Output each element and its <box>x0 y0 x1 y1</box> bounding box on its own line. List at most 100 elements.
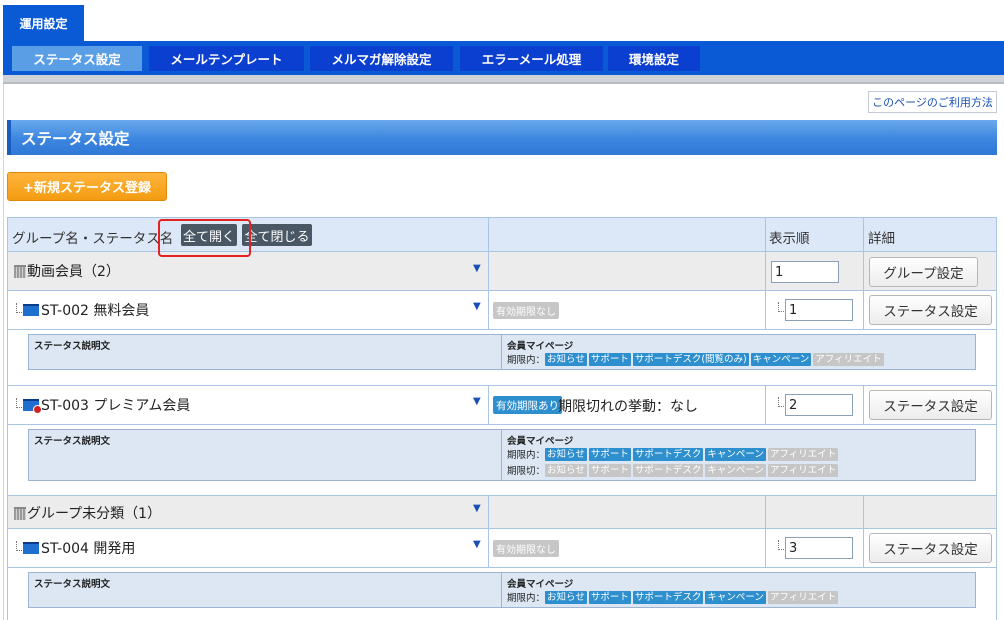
tag-notice: お知らせ <box>545 463 587 477</box>
status-settings-button[interactable]: ステータス設定 <box>869 390 992 420</box>
page-title: ステータス設定 <box>21 129 130 148</box>
expiry-badge: 有効期限あり <box>493 396 562 414</box>
expand-triangle-icon[interactable]: ▼ <box>473 396 481 407</box>
status-settings-button[interactable]: ステータス設定 <box>869 295 992 325</box>
status-detail-box: ステータス説明文 会員マイページ 期限内： お知らせ サポート サポートデスク … <box>28 429 976 481</box>
left-border <box>3 84 4 620</box>
mypage-label: 会員マイページ <box>507 436 574 447</box>
status-order-input[interactable]: 1 <box>785 299 853 321</box>
status-name: ST-002 無料会員 <box>41 303 150 319</box>
mypage-out-period: 期限切： お知らせ サポート サポートデスク キャンペーン アフィリエイト <box>507 463 840 477</box>
expiry-behavior: 期限切れの挙動：なし <box>558 399 698 415</box>
col-divider <box>765 218 766 251</box>
status-row: ST-002 無料会員 ▼ 有効期限なし 1 ステータス設定 <box>8 290 996 329</box>
col-divider <box>488 252 489 290</box>
highlight-annotation <box>158 219 251 257</box>
col-divider <box>488 291 489 329</box>
tag-support: サポート <box>588 463 631 477</box>
status-label[interactable]: ST-002 無料会員 <box>16 300 149 320</box>
col-divider <box>863 218 864 251</box>
group-order-input[interactable]: 1 <box>771 261 839 283</box>
tag-affiliate: アフィリエイト <box>767 463 839 477</box>
tag-support-desk: サポートデスク <box>632 463 704 477</box>
status-detail-box: ステータス説明文 会員マイページ 期限内： お知らせ サポート サポートデスク(… <box>28 334 976 370</box>
group-settings-button[interactable]: グループ設定 <box>869 257 978 287</box>
col-divider <box>863 386 864 424</box>
header-detail-col: 詳細 <box>868 231 895 247</box>
header-name-col: グループ名・ステータス名 <box>12 231 174 247</box>
tag-notice: お知らせ <box>545 352 587 366</box>
status-card-icon <box>23 542 39 554</box>
tree-line-icon <box>16 398 22 408</box>
sub-navigation: ステータス設定 メールテンプレート メルマガ解除設定 エラーメール処理 環境設定 <box>3 41 1004 75</box>
status-settings-button[interactable]: ステータス設定 <box>869 533 992 563</box>
nav-error-mail[interactable]: エラーメール処理 <box>460 46 603 71</box>
page-title-bar: ステータス設定 <box>7 120 997 155</box>
tag-campaign: キャンペーン <box>750 352 812 366</box>
mypage-label: 会員マイページ <box>507 341 574 352</box>
collapse-all-button[interactable]: 全て閉じる <box>242 224 312 246</box>
tag-support: サポート <box>588 447 631 461</box>
expiry-badge: 有効期限なし <box>493 302 559 319</box>
status-label[interactable]: ST-003 プレミアム会員 <box>16 395 190 415</box>
tab-operation-settings[interactable]: 運用設定 <box>3 5 84 41</box>
tag-campaign: キャンペーン <box>705 463 766 477</box>
status-card-icon <box>23 304 39 316</box>
col-divider <box>488 496 489 528</box>
tag-campaign: キャンペーン <box>705 590 766 604</box>
mypage-in-period: 期限内： お知らせ サポート サポートデスク(閲覧のみ) キャンペーン アフィリ… <box>507 352 886 366</box>
status-table: グループ名・ステータス名 全て開く 全て閉じる 表示順 詳細 動画会員（2） ▼… <box>7 217 997 620</box>
group-label[interactable]: 動画会員（2） <box>14 261 120 281</box>
expand-triangle-icon[interactable]: ▼ <box>473 503 481 514</box>
nav-mailmag-unsubscribe[interactable]: メルマガ解除設定 <box>310 46 453 71</box>
status-name: ST-003 プレミアム会員 <box>41 398 191 414</box>
col-divider <box>765 496 766 528</box>
col-divider <box>863 252 864 290</box>
status-order-input[interactable]: 2 <box>785 394 853 416</box>
table-header: グループ名・ステータス名 全て開く 全て閉じる 表示順 詳細 <box>8 217 996 251</box>
tag-notice: お知らせ <box>545 447 587 461</box>
expand-triangle-icon[interactable]: ▼ <box>473 539 481 550</box>
top-tab-bar: 運用設定 <box>0 0 1004 41</box>
status-name: ST-004 開発用 <box>41 541 136 557</box>
nav-environment-settings[interactable]: 環境設定 <box>608 46 700 71</box>
expiry-badge: 有効期限なし <box>493 540 559 557</box>
help-link[interactable]: このページのご利用方法 <box>868 91 997 113</box>
tag-support: サポート <box>588 590 631 604</box>
group-row: 動画会員（2） ▼ 1 グループ設定 <box>8 251 996 290</box>
tag-notice: お知らせ <box>545 590 587 604</box>
nav-status-settings[interactable]: ステータス設定 <box>12 46 142 71</box>
group-name: 動画会員（2） <box>27 264 120 280</box>
in-period-label: 期限内： <box>507 593 546 604</box>
tree-line-icon <box>778 397 784 407</box>
col-divider <box>765 386 766 424</box>
tree-line-icon <box>778 302 784 312</box>
tag-campaign: キャンペーン <box>705 447 766 461</box>
status-detail-row: ステータス説明文 会員マイページ 期限内： お知らせ サポート サポートデスク … <box>8 424 996 495</box>
mypage-label: 会員マイページ <box>507 579 574 590</box>
status-row: ST-004 開発用 ▼ 有効期限なし 3 ステータス設定 <box>8 528 996 567</box>
new-status-button[interactable]: +新規ステータス登録 <box>7 172 167 201</box>
expand-triangle-icon[interactable]: ▼ <box>473 301 481 312</box>
status-detail-row: ステータス説明文 会員マイページ 期限内： お知らせ サポート サポートデスク(… <box>8 329 996 385</box>
expand-triangle-icon[interactable]: ▼ <box>473 263 481 274</box>
tag-support-desk: サポートデスク <box>632 590 704 604</box>
in-period-label: 期限内： <box>507 450 546 461</box>
tag-support-desk: サポートデスク <box>632 447 704 461</box>
status-detail-row: ステータス説明文 会員マイページ 期限内： お知らせ サポート サポートデスク … <box>8 567 996 620</box>
tree-line-icon <box>16 303 22 313</box>
col-divider <box>488 218 489 251</box>
tag-affiliate: アフィリエイト <box>767 590 839 604</box>
status-description: ステータス説明文 <box>29 573 502 607</box>
col-divider <box>863 496 864 528</box>
title-accent <box>7 120 11 155</box>
tag-affiliate: アフィリエイト <box>767 447 839 461</box>
status-label[interactable]: ST-004 開発用 <box>16 538 135 558</box>
col-divider <box>765 252 766 290</box>
nav-divider <box>3 75 1004 84</box>
nav-mail-template[interactable]: メールテンプレート <box>149 46 304 71</box>
status-order-input[interactable]: 3 <box>785 537 853 559</box>
col-divider <box>765 291 766 329</box>
group-label[interactable]: グループ未分類（1） <box>14 503 161 523</box>
status-card-clock-icon <box>23 399 42 414</box>
